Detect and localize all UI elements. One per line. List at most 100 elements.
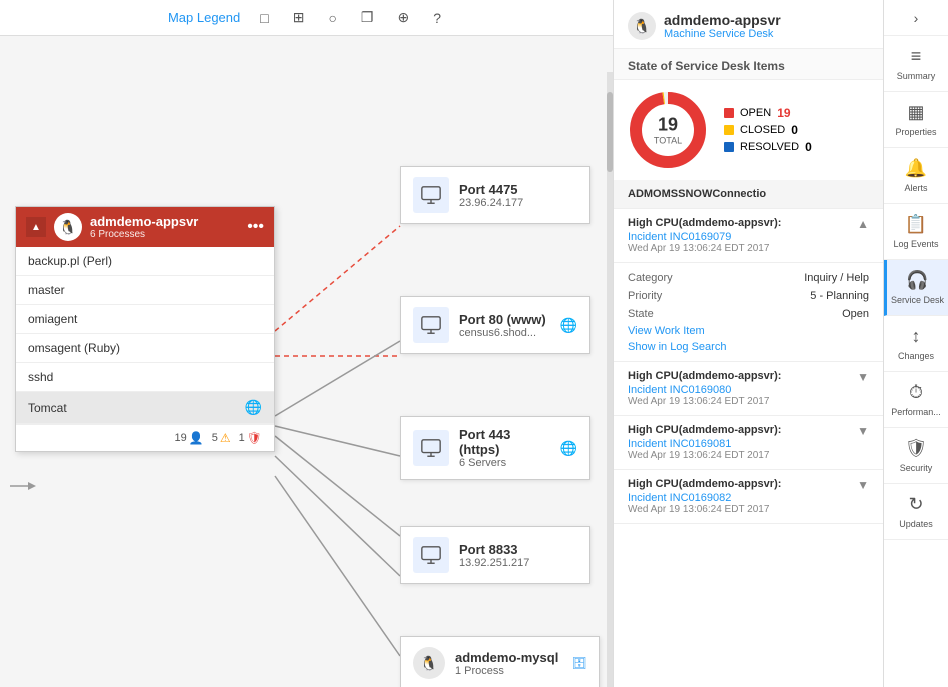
incident-1-date: Wed Apr 19 13:06:24 EDT 2017 [628,243,869,254]
map-canvas: ▲ 🐧 admdemo-appsvr 6 Processes ••• backu… [0,36,613,687]
card-menu-button[interactable]: ••• [247,218,264,236]
mysql-title: admdemo-mysql [455,650,562,665]
incident-item-1[interactable]: ▲ High CPU(admdemo-appsvr): Incident INC… [614,209,883,263]
port-443-servers: 6 Servers [459,457,550,469]
incident-3-title: High CPU(admdemo-appsvr): [628,424,869,436]
sidebar-item-summary[interactable]: ≡ Summary [884,36,948,92]
detail-state: State Open [628,305,869,323]
donut-area: 19 TOTAL OPEN 19 CLOSED 0 RESOLVED 0 [614,80,883,180]
port-443-icon [413,430,449,466]
incident-1-details: Category Inquiry / Help Priority 5 - Pla… [614,263,883,362]
zoom-reset-icon[interactable]: ⊕ [393,7,413,28]
alerts-icon: 🔔 [905,158,927,179]
right-panel: 🐧 admdemo-appsvr Machine Service Desk St… [613,0,883,687]
process-item-backup[interactable]: backup.pl (Perl) [16,247,274,276]
process-item-omsagent[interactable]: omsagent (Ruby) [16,334,274,363]
sidebar-summary-label: Summary [897,71,936,81]
updates-icon: ↻ [908,494,923,515]
scroll-thumb[interactable] [607,92,613,172]
sidebar-item-properties[interactable]: ▦ Properties [884,92,948,148]
process-list: backup.pl (Perl) master omiagent omsagen… [16,247,274,424]
port-8833-node[interactable]: Port 8833 13.92.251.217 [400,526,590,584]
map-area: Map Legend □ ⊞ ○ ❐ ⊕ ? [0,0,613,687]
sidebar-alerts-label: Alerts [904,183,927,193]
zoom-minus-icon[interactable]: ○ [324,8,340,28]
incident-2-title: High CPU(admdemo-appsvr): [628,370,869,382]
port-8833-ip: 13.92.251.217 [459,557,529,569]
sidebar-performance-label: Performan... [891,407,941,417]
properties-icon: ▦ [907,102,924,123]
port-443-node[interactable]: Port 443 (https) 6 Servers 🌐 [400,416,590,480]
legend-items: OPEN 19 CLOSED 0 RESOLVED 0 [724,106,812,154]
scroll-track [607,72,613,687]
sidebar-item-alerts[interactable]: 🔔 Alerts [884,148,948,204]
incident-2-date: Wed Apr 19 13:06:24 EDT 2017 [628,396,869,407]
incident-4-expand-button[interactable]: ▼ [857,478,869,492]
incidents-section-header: ADMOMSSNOWConnectio [614,180,883,209]
changes-icon: ↕ [912,326,921,347]
incident-item-2[interactable]: ▼ High CPU(admdemo-appsvr): Incident INC… [614,362,883,416]
incident-1-id: Incident INC0169079 [628,231,869,243]
badge-count2: 5 ⚠ [212,431,231,445]
process-item-tomcat[interactable]: Tomcat 🌐 [16,392,274,424]
collapse-button[interactable]: ▲ [26,217,46,237]
incident-1-title: High CPU(admdemo-appsvr): [628,217,869,229]
port-4475-name: Port 4475 [459,182,523,197]
person-icon: 👤 [189,431,204,445]
donut-center: 19 TOTAL [654,115,682,146]
process-item-master[interactable]: master [16,276,274,305]
port-4475-node[interactable]: Port 4475 23.96.24.177 [400,166,590,224]
legend-closed: CLOSED 0 [724,123,812,137]
mysql-subtitle: 1 Process [455,665,562,677]
incident-item-4[interactable]: ▼ High CPU(admdemo-appsvr): Incident INC… [614,470,883,524]
incident-item-3[interactable]: ▼ High CPU(admdemo-appsvr): Incident INC… [614,416,883,470]
map-legend-title: Map Legend [168,10,240,25]
incident-4-id: Incident INC0169082 [628,492,869,504]
sidebar-item-performance[interactable]: ⏱ Performan... [884,372,948,428]
incident-1-collapse-button[interactable]: ▲ [857,217,869,231]
incident-2-expand-button[interactable]: ▼ [857,370,869,384]
summary-icon: ≡ [911,46,922,67]
sidebar-item-changes[interactable]: ↕ Changes [884,316,948,372]
sidebar-item-log-events[interactable]: 📋 Log Events [884,204,948,260]
process-card: ▲ 🐧 admdemo-appsvr 6 Processes ••• backu… [15,206,275,452]
incident-4-title: High CPU(admdemo-appsvr): [628,478,869,490]
panel-linux-icon: 🐧 [628,12,656,40]
sidebar-security-label: Security [900,463,933,473]
mysql-icon: 🐧 [413,647,445,679]
toolbar: Map Legend □ ⊞ ○ ❐ ⊕ ? [0,0,613,36]
legend-open-dot [724,108,734,118]
view-work-item-link[interactable]: View Work Item [628,323,869,339]
process-item-sshd[interactable]: sshd [16,363,274,392]
shield-icon: 🛡 [247,431,262,445]
mysql-node[interactable]: 🐧 admdemo-mysql 1 Process 🗄 [400,636,600,687]
process-card-title: admdemo-appsvr [90,214,198,229]
port-80-node[interactable]: Port 80 (www) census6.shod... 🌐 [400,296,590,354]
help-icon[interactable]: ? [429,8,445,28]
process-item-omiagent[interactable]: omiagent [16,305,274,334]
incident-4-date: Wed Apr 19 13:06:24 EDT 2017 [628,504,869,515]
panel-subtitle: Machine Service Desk [664,28,781,40]
zoom-plus-icon[interactable]: ❐ [357,7,378,28]
sidebar-service-desk-label: Service Desk [891,295,944,305]
port-80-icon [413,307,449,343]
port-8833-name: Port 8833 [459,542,529,557]
sidebar-item-updates[interactable]: ↻ Updates [884,484,948,540]
port-80-name: Port 80 (www) [459,312,550,327]
sidebar: › ≡ Summary ▦ Properties 🔔 Alerts 📋 Log … [883,0,948,687]
zoom-fit-icon[interactable]: ⊞ [289,7,309,28]
incident-3-expand-button[interactable]: ▼ [857,424,869,438]
port-8833-icon [413,537,449,573]
show-in-log-search-link[interactable]: Show in Log Search [628,339,869,355]
badge-count1: 19 👤 [175,431,204,445]
linux-icon: 🐧 [54,213,82,241]
sidebar-item-service-desk[interactable]: 🎧 Service Desk [884,260,948,316]
sidebar-chevron-button[interactable]: › [884,0,948,36]
sidebar-item-security[interactable]: 🛡 Security [884,428,948,484]
sidebar-properties-label: Properties [895,127,936,137]
legend-open: OPEN 19 [724,106,812,120]
port-80-ip: census6.shod... [459,327,550,339]
zoom-out-icon[interactable]: □ [256,8,272,28]
performance-icon: ⏱ [909,382,923,403]
incident-2-id: Incident INC0169080 [628,384,869,396]
